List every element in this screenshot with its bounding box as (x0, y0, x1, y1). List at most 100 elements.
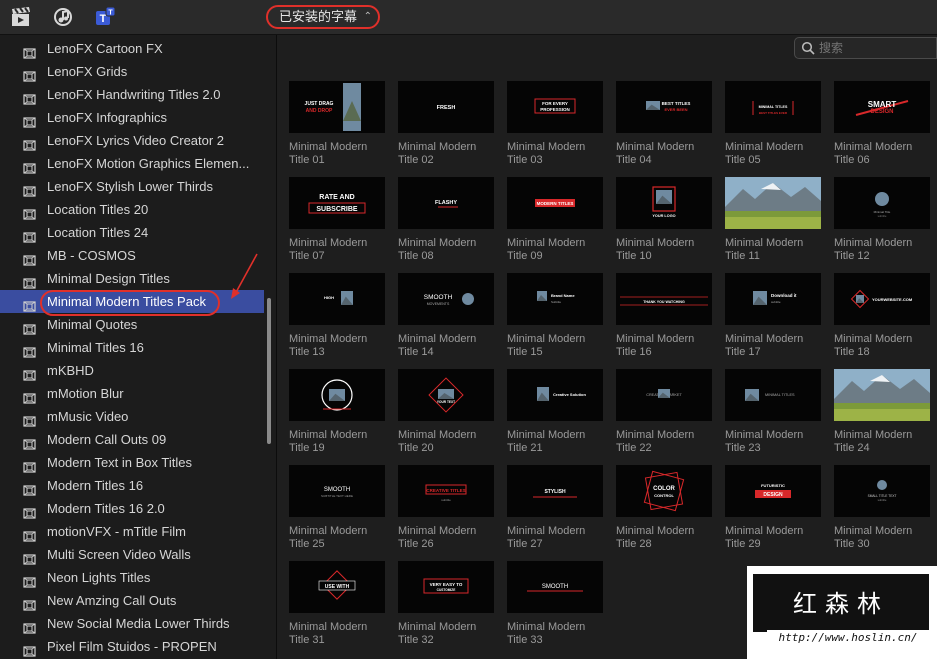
title-thumbnail[interactable]: YOURWEBSITE.COM (834, 273, 930, 325)
title-tile[interactable]: MINIMAL TITLES BEST TITLES EVER Minimal Mo… (713, 64, 821, 166)
sidebar-item[interactable]: Neon Lights Titles (0, 566, 264, 589)
sidebar-item[interactable]: mKBHD (0, 359, 264, 382)
search-field[interactable] (794, 37, 937, 59)
search-input[interactable] (819, 40, 929, 56)
title-thumbnail[interactable]: VERY EASY TO CUSTOMIZE (398, 561, 494, 613)
sidebar-item[interactable]: LenoFX Infographics (0, 106, 264, 129)
music-notes-icon[interactable] (53, 7, 75, 27)
title-tile[interactable]: Creative Solution Minimal Modern Title 21 (495, 352, 603, 454)
title-tile[interactable]: Download it subtitle Minimal Modern Title 1… (713, 256, 821, 358)
title-tile[interactable]: STYLISH Minimal Modern Title 27 (495, 448, 603, 550)
title-thumbnail[interactable]: MODERN TITLES (507, 177, 603, 229)
title-tile[interactable]: USE WITH Minimal Modern Title 31 (277, 544, 385, 646)
title-thumbnail[interactable]: SMOOTH SUBTITLE TEXT HERE (289, 465, 385, 517)
sidebar-item[interactable]: LenoFX Cartoon FX (0, 37, 264, 60)
sidebar-item[interactable]: LenoFX Stylish Lower Thirds (0, 175, 264, 198)
sidebar-item[interactable]: Minimal Quotes (0, 313, 264, 336)
sidebar-item[interactable]: MB - COSMOS (0, 244, 264, 267)
title-thumbnail[interactable]: FUTURISTIC DESIGN (725, 465, 821, 517)
title-thumbnail[interactable]: Download it subtitle (725, 273, 821, 325)
title-tile[interactable]: SMALL TITLE TEXT subtitle Minimal Modern Ti… (822, 448, 930, 550)
sidebar-item[interactable]: Minimal Titles 16 (0, 336, 264, 359)
sidebar-item[interactable]: mMotion Blur (0, 382, 264, 405)
sidebar-item[interactable]: LenoFX Motion Graphics Elemen... (0, 152, 264, 175)
sidebar-item[interactable]: LenoFX Lyrics Video Creator 2 (0, 129, 264, 152)
sidebar-scrollbar[interactable] (267, 298, 271, 444)
title-tile[interactable]: YOUR TEXT Minimal Modern Title 20 (386, 352, 494, 454)
title-thumbnail[interactable] (725, 177, 821, 229)
title-thumbnail[interactable]: JUST DRAG AND DROP (289, 81, 385, 133)
title-thumbnail[interactable]: CREATIVE MARKET (616, 369, 712, 421)
title-tile[interactable]: YOURWEBSITE.COM Minimal Modern Title 18 (822, 256, 930, 358)
title-tile[interactable]: FRESH Minimal Modern Title 02 (386, 64, 494, 166)
category-popup[interactable]: 已安装的字幕 ⌃ (266, 5, 380, 29)
title-thumbnail[interactable]: CREATIVE TITLES subtitle (398, 465, 494, 517)
title-thumbnail[interactable]: USE WITH (289, 561, 385, 613)
sidebar-item[interactable]: Minimal Design Titles (0, 267, 264, 290)
title-tile[interactable]: FOR EVERY PROFESSION Minimal Modern Title 0… (495, 64, 603, 166)
sidebar-item[interactable]: mMusic Video (0, 405, 264, 428)
title-tile[interactable]: HIGH Minimal Modern Title 13 (277, 256, 385, 358)
title-tile[interactable]: SMART DESIGN Minimal Modern Title 06 (822, 64, 930, 166)
title-thumbnail[interactable] (289, 369, 385, 421)
title-tile[interactable]: CREATIVE TITLES subtitle Minimal Modern Tit… (386, 448, 494, 550)
title-thumbnail[interactable]: SMOOTH MOVEMENTS (398, 273, 494, 325)
title-thumbnail[interactable]: Brand Name Subtitle (507, 273, 603, 325)
sidebar-item[interactable]: LenoFX Handwriting Titles 2.0 (0, 83, 264, 106)
title-tile[interactable]: FUTURISTIC DESIGN Minimal Modern Title 29 (713, 448, 821, 550)
browser-toolbar: TT 已安装的字幕 ⌃ (0, 0, 937, 35)
title-tile[interactable]: JUST DRAG AND DROP Minimal Modern Title 01 (277, 64, 385, 166)
title-thumbnail[interactable]: RATE AND SUBSCRIBE (289, 177, 385, 229)
title-tile[interactable]: COLOR CONTROL Minimal Modern Title 28 (604, 448, 712, 550)
title-thumbnail[interactable]: YOUR LOGO (616, 177, 712, 229)
title-tile[interactable]: THANK YOU WATCHING Minimal Modern Title 16 (604, 256, 712, 358)
sidebar-item[interactable]: New Amzing Call Outs (0, 589, 264, 612)
title-tile[interactable]: SMOOTH SUBTITLE TEXT HERE Minimal Modern Ti… (277, 448, 385, 550)
title-tile[interactable]: YOUR LOGO Minimal Modern Title 10 (604, 160, 712, 262)
title-tile[interactable]: FLASHY Minimal Modern Title 08 (386, 160, 494, 262)
title-tile[interactable]: Brand Name Subtitle Minimal Modern Title 15 (495, 256, 603, 358)
sidebar-item[interactable]: LenoFX Grids (0, 60, 264, 83)
title-tile[interactable]: Minimal Modern Title 11 (713, 160, 821, 262)
title-tile[interactable]: MINIMAL TITLES Minimal Modern Title 23 (713, 352, 821, 454)
titles-icon[interactable]: TT (94, 7, 116, 27)
title-thumbnail[interactable] (834, 369, 930, 421)
title-tile[interactable]: Minimal Title subtitle Minimal Modern Title… (822, 160, 930, 262)
title-thumbnail[interactable]: FRESH (398, 81, 494, 133)
title-thumbnail[interactable]: THANK YOU WATCHING (616, 273, 712, 325)
sidebar-item[interactable]: Modern Titles 16 (0, 474, 264, 497)
clapper-icon[interactable] (10, 7, 32, 27)
sidebar-item[interactable]: New Social Media Lower Thirds (0, 612, 264, 635)
title-thumbnail[interactable]: FLASHY (398, 177, 494, 229)
title-thumbnail[interactable]: STYLISH (507, 465, 603, 517)
title-tile[interactable]: RATE AND SUBSCRIBE Minimal Modern Title 07 (277, 160, 385, 262)
sidebar-item[interactable]: Location Titles 24 (0, 221, 264, 244)
title-tile[interactable]: VERY EASY TO CUSTOMIZE Minimal Modern Title… (386, 544, 494, 646)
sidebar-item[interactable]: motionVFX - mTitle Film (0, 520, 264, 543)
sidebar-item[interactable]: Multi Screen Video Walls (0, 543, 264, 566)
title-thumbnail[interactable]: HIGH (289, 273, 385, 325)
title-tile[interactable]: Minimal Modern Title 19 (277, 352, 385, 454)
title-tile[interactable]: CREATIVE MARKET Minimal Modern Title 22 (604, 352, 712, 454)
title-tile[interactable]: Minimal Modern Title 24 (822, 352, 930, 454)
title-tile[interactable]: SMOOTH Minimal Modern Title 33 (495, 544, 603, 646)
title-thumbnail[interactable]: SMALL TITLE TEXT subtitle (834, 465, 930, 517)
title-thumbnail[interactable]: MINIMAL TITLES BEST TITLES EVER (725, 81, 821, 133)
title-thumbnail[interactable]: SMART DESIGN (834, 81, 930, 133)
title-tile[interactable]: SMOOTH MOVEMENTS Minimal Modern Title 14 (386, 256, 494, 358)
title-tile[interactable]: BEST TITLES EVER BEEN Minimal Modern Title … (604, 64, 712, 166)
title-tile[interactable]: MODERN TITLES Minimal Modern Title 09 (495, 160, 603, 262)
title-thumbnail[interactable]: SMOOTH (507, 561, 603, 613)
title-thumbnail[interactable]: Minimal Title subtitle (834, 177, 930, 229)
title-thumbnail[interactable]: COLOR CONTROL (616, 465, 712, 517)
title-thumbnail[interactable]: BEST TITLES EVER BEEN (616, 81, 712, 133)
sidebar-item[interactable]: Pixel Film Stuidos - PROPEN (0, 635, 264, 658)
title-thumbnail[interactable]: MINIMAL TITLES (725, 369, 821, 421)
title-thumbnail[interactable]: Creative Solution (507, 369, 603, 421)
sidebar-item[interactable]: Modern Titles 16 2.0 (0, 497, 264, 520)
sidebar-item[interactable]: Modern Text in Box Titles (0, 451, 264, 474)
title-thumbnail[interactable]: YOUR TEXT (398, 369, 494, 421)
title-thumbnail[interactable]: FOR EVERY PROFESSION (507, 81, 603, 133)
sidebar-item[interactable]: Modern Call Outs 09 (0, 428, 264, 451)
sidebar-item[interactable]: Location Titles 20 (0, 198, 264, 221)
